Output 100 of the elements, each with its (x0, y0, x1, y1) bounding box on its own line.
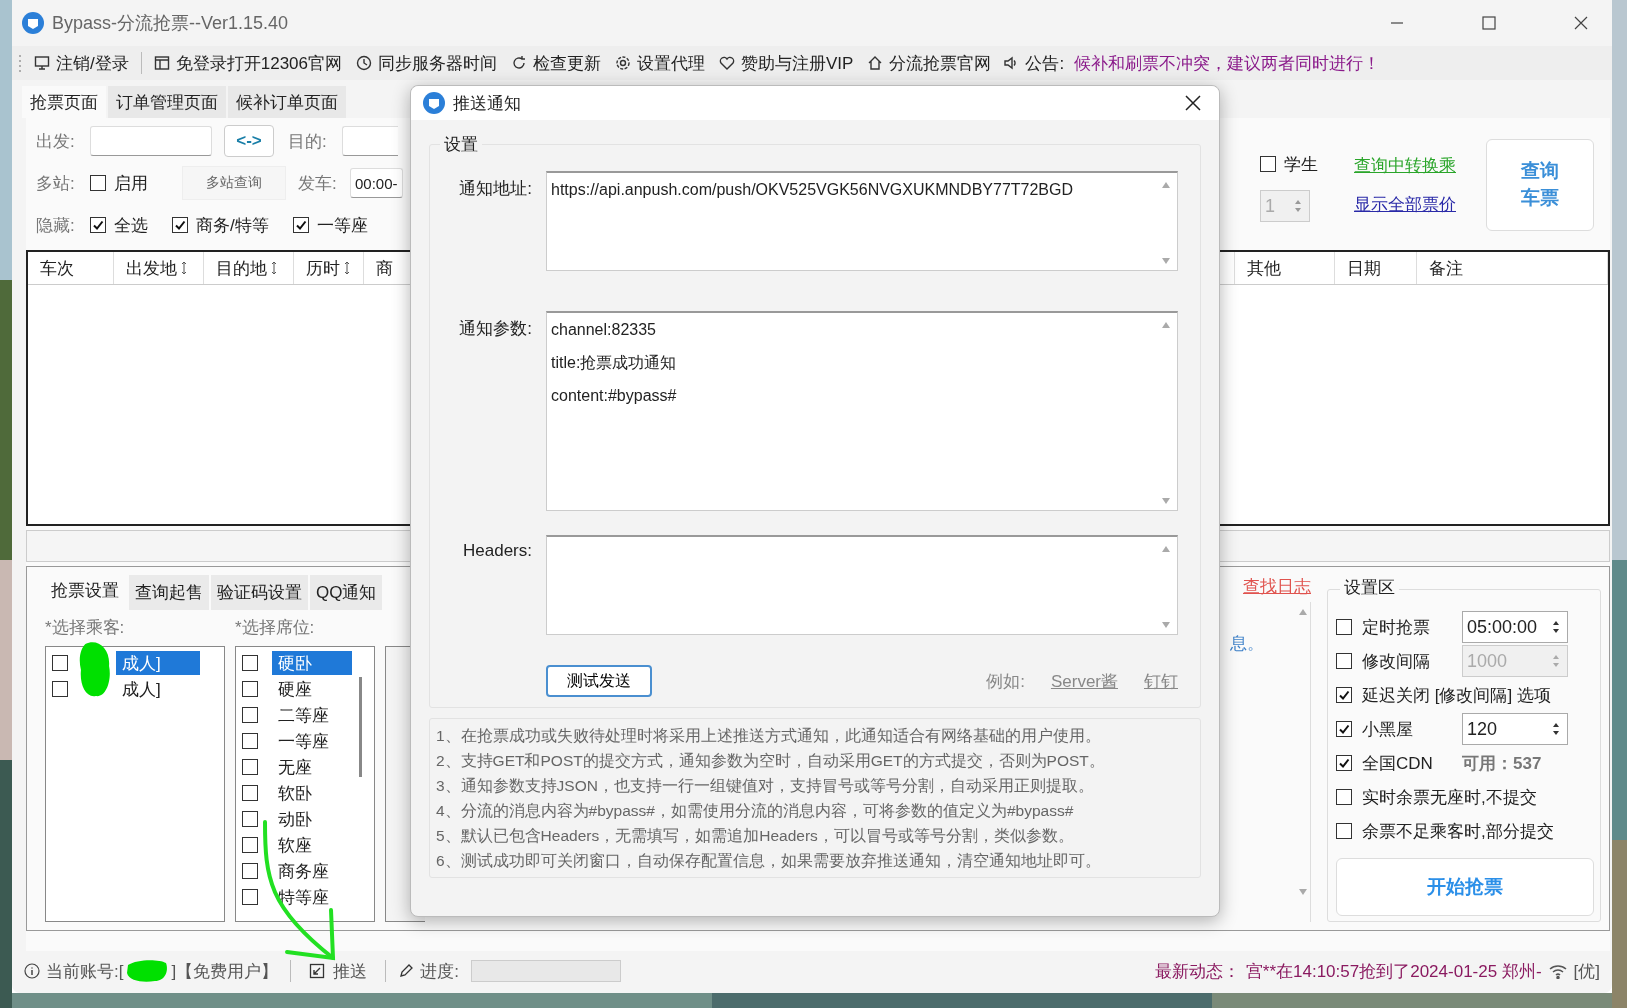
field-label: 目的: (288, 130, 328, 153)
checkbox-label: 定时抢票 (1362, 616, 1431, 639)
checkbox[interactable] (1336, 687, 1352, 703)
input-field[interactable] (90, 126, 212, 156)
number-spinner[interactable]: 05:00:00 (1462, 611, 1568, 643)
column-header[interactable]: 日期 (1334, 252, 1416, 284)
time-field[interactable]: 00:00- (350, 168, 403, 198)
passenger-item[interactable]: 成人] (116, 651, 200, 675)
passenger-item[interactable]: 成人] (116, 677, 200, 701)
column-header[interactable]: 目的地 (204, 252, 294, 284)
checkbox[interactable] (242, 759, 258, 775)
column-header[interactable]: 备注 (1416, 252, 1608, 284)
field-label: 发车: (298, 172, 338, 195)
prices-link[interactable]: 显示全部票价 (1354, 193, 1456, 216)
push-button[interactable]: 推送 (303, 958, 374, 984)
seat-item[interactable]: 商务座 (272, 859, 335, 883)
checkbox[interactable] (1260, 156, 1276, 172)
checkbox[interactable] (1336, 721, 1352, 737)
close-icon[interactable] (1574, 16, 1588, 30)
seat-item[interactable]: 一等座 (272, 729, 335, 753)
checkbox[interactable] (242, 655, 258, 671)
checkbox[interactable] (242, 707, 258, 723)
maximize-icon[interactable] (1482, 16, 1496, 30)
checkbox-label: 实时余票无座时,不提交 (1362, 786, 1537, 809)
pencil-icon (398, 963, 415, 979)
checkbox[interactable] (242, 681, 258, 697)
field-label: 多站: (36, 172, 76, 195)
checkbox[interactable] (1336, 789, 1352, 805)
column-header[interactable]: 车次 (28, 252, 114, 284)
seat-item[interactable]: 硬座 (272, 677, 318, 701)
checkbox[interactable] (242, 889, 258, 905)
signal-icon (1547, 963, 1568, 979)
multi-station-button[interactable]: 多站查询 (182, 166, 286, 200)
seat-item[interactable]: 二等座 (272, 703, 335, 727)
tab[interactable]: 订单管理页面 (108, 86, 226, 118)
seat-item[interactable]: 无座 (272, 755, 318, 779)
sort-icon[interactable] (344, 261, 350, 275)
toolbar-button[interactable]: 设置代理 (613, 49, 707, 77)
grip-icon (18, 53, 22, 73)
column-header[interactable]: 出发地 (114, 252, 204, 284)
announcement-text: 候补和刷票不冲突，建议两者同时进行！ (1074, 52, 1381, 75)
note-text: 3、通知参数支持JSON，也支持一行一组键值对，支持冒号或等号分割，自动采用正则提取。 (436, 776, 1095, 796)
close-icon[interactable] (1185, 95, 1201, 111)
checkbox[interactable] (52, 681, 68, 697)
checkbox[interactable] (242, 733, 258, 749)
checkbox-label: 启用 (114, 172, 148, 195)
checkbox[interactable] (292, 217, 309, 233)
tab[interactable]: 抢票页面 (22, 86, 106, 118)
checkbox-label: 延迟关闭 [修改间隔] 选项 (1362, 684, 1551, 707)
note-text: 4、分流的消息内容为#bypass#，如需使用分流的消息内容，可将参数的值定义为#bypass# (436, 801, 1075, 821)
announcement-label: 公告: (1025, 52, 1065, 75)
checkbox[interactable] (90, 217, 106, 233)
number-spinner[interactable]: 120 (1462, 713, 1568, 745)
toolbar-button[interactable]: 免登录打开12306官网 (151, 49, 344, 77)
example-label: 例如: (986, 670, 1025, 693)
field-label: 通知参数: (458, 318, 532, 340)
field-label: 出发: (36, 130, 76, 153)
tab[interactable]: QQ通知 (310, 575, 383, 610)
home-icon (867, 55, 884, 71)
seat-item[interactable]: 硬卧 (272, 651, 352, 675)
refresh-icon (511, 55, 527, 71)
news-label: 最新动态： (1154, 960, 1240, 983)
toolbar-button[interactable]: 注销/登录 (32, 49, 131, 77)
column-header[interactable]: 历时 (294, 252, 364, 284)
toolbar-button[interactable]: 赞助与注册VIP (717, 49, 856, 77)
sort-icon[interactable] (181, 261, 187, 275)
test-send-button[interactable]: 测试发送 (546, 665, 652, 697)
checkbox[interactable] (242, 863, 258, 879)
checkbox[interactable] (242, 837, 258, 853)
toolbar-button[interactable]: 同步服务器时间 (354, 49, 499, 77)
sort-icon[interactable] (271, 261, 277, 275)
checkbox[interactable] (1336, 619, 1352, 635)
news-text: 宫**在14:10:57抢到了2024-01-25 郑州- (1245, 960, 1542, 983)
checkbox[interactable] (1336, 755, 1352, 771)
checkbox[interactable] (90, 175, 106, 191)
seat-item[interactable]: 动卧 (272, 807, 318, 831)
checkbox[interactable] (52, 655, 68, 671)
checkbox[interactable] (172, 217, 188, 233)
tab[interactable]: 验证码设置 (211, 575, 308, 610)
swap-button[interactable]: <-> (224, 125, 274, 157)
gear-icon (615, 55, 631, 71)
checkbox-label: 商务/特等 (196, 214, 269, 237)
checkbox[interactable] (242, 811, 258, 827)
toolbar-button[interactable]: 检查更新 (509, 49, 603, 77)
scrollbar[interactable] (359, 677, 362, 777)
checkbox-label: 全选 (114, 214, 148, 237)
checkbox[interactable] (1336, 823, 1352, 839)
note-text: 5、默认已包含Headers，无需填写，如需追加Headers，可以冒号或等号分割，类似参数。 (436, 826, 1075, 846)
find-log-link[interactable]: 查找日志 (1243, 575, 1311, 598)
account-label: 当前账号:[ (46, 960, 124, 983)
input-field[interactable] (342, 126, 398, 156)
column-header[interactable]: 其他 (1234, 252, 1334, 284)
seat-item[interactable]: 软卧 (272, 781, 318, 805)
tab[interactable]: 候补订单页面 (228, 86, 346, 118)
seat-item[interactable]: 软座 (272, 833, 318, 857)
tab[interactable]: 查询起售 (129, 575, 209, 610)
checkbox[interactable] (242, 785, 258, 801)
toolbar-button[interactable]: 分流抢票官网 (865, 49, 994, 77)
checkbox-label: 余票不足乘客时,部分提交 (1362, 820, 1554, 843)
column-header[interactable]: 商 (364, 252, 406, 284)
